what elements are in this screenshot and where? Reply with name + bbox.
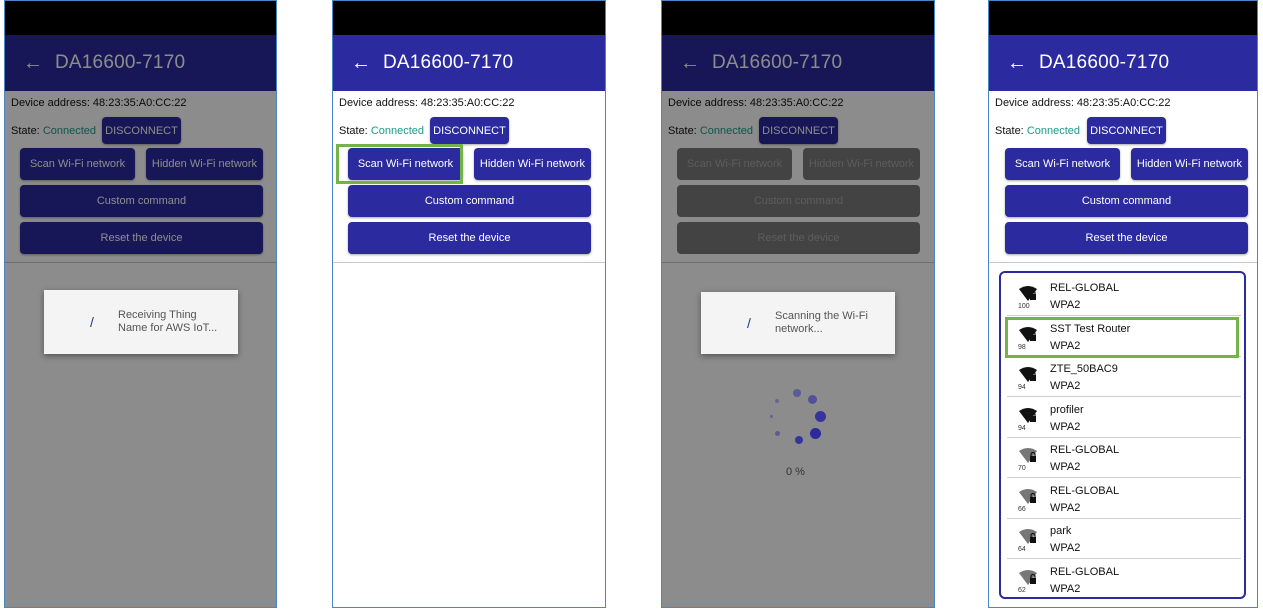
app-bar: ← DA16600-7170	[333, 35, 605, 91]
device-title: DA16600-7170	[383, 52, 514, 73]
divider	[989, 262, 1257, 263]
status-bar	[333, 1, 605, 35]
wifi-lock-icon	[1019, 529, 1037, 544]
wifi-network-item[interactable]: 100 REL-GLOBAL WPA2	[1007, 277, 1241, 316]
progress-percent: 0 %	[786, 466, 805, 478]
list-separator	[1007, 396, 1241, 397]
wifi-lock-icon	[1019, 367, 1037, 382]
phone-screen-wifi-list: ← DA16600-7170 Device address: 48:23:35:…	[988, 0, 1258, 608]
signal-strength: 94	[1018, 424, 1026, 432]
device-title: DA16600-7170	[1039, 52, 1170, 73]
wifi-lock-icon	[1019, 569, 1037, 585]
list-separator	[1007, 517, 1241, 519]
device-address: Device address: 48:23:35:A0:CC:22	[995, 97, 1171, 109]
divider	[333, 262, 605, 263]
custom-command-button[interactable]: Custom command	[348, 185, 591, 217]
back-arrow-icon[interactable]: ←	[1005, 52, 1029, 75]
progress-dialog: / Scanning the Wi-Fi network...	[701, 292, 895, 354]
list-separator	[1007, 558, 1241, 559]
network-security: WPA2	[1050, 420, 1081, 433]
wifi-network-item[interactable]: 66 REL-GLOBAL WPA2	[1007, 480, 1241, 519]
wifi-network-item[interactable]: 94 profiler WPA2	[1007, 399, 1241, 438]
signal-strength: 100	[1018, 303, 1030, 310]
state-value: Connected	[1026, 125, 1081, 137]
hidden-wifi-button[interactable]: Hidden Wi-Fi network	[1131, 148, 1248, 180]
network-security: WPA2	[1050, 299, 1081, 311]
hidden-wifi-button[interactable]: Hidden Wi-Fi network	[474, 148, 591, 180]
wifi-network-item[interactable]: 64 park WPA2	[1007, 520, 1241, 559]
wifi-lock-icon	[1019, 407, 1037, 423]
dialog-line-1: Scanning the Wi-Fi	[775, 310, 868, 322]
network-ssid: park	[1050, 525, 1072, 537]
signal-strength: 70	[1018, 465, 1026, 472]
network-ssid: profiler	[1050, 403, 1084, 416]
phone-screen-scanning: ← DA16600-7170 Device address: 48:23:35:…	[661, 0, 935, 608]
wifi-lock-icon	[1019, 448, 1037, 463]
network-ssid: REL-GLOBAL	[1050, 444, 1120, 456]
dialog-line-1: Receiving Thing	[118, 309, 197, 321]
dialog-message: Receiving Thing Name for AWS IoT...	[118, 309, 217, 335]
signal-strength: 66	[1018, 505, 1026, 513]
network-security: WPA2	[1050, 380, 1081, 392]
progress-dialog: / Receiving Thing Name for AWS IoT...	[44, 290, 238, 354]
device-address: Device address: 48:23:35:A0:CC:22	[339, 97, 515, 109]
phone-screen-main: ← DA16600-7170 Device address: 48:23:35:…	[332, 0, 606, 608]
progress-spinner-icon: /	[90, 314, 94, 330]
custom-command-button[interactable]: Custom command	[1005, 185, 1248, 217]
loading-dots-icon	[765, 389, 826, 449]
scan-wifi-button[interactable]: Scan Wi-Fi network	[1005, 148, 1120, 180]
state-label: State:	[339, 125, 368, 137]
wifi-network-item[interactable]: 62 REL-GLOBAL WPA2	[1007, 561, 1241, 600]
connection-state: State: Connected	[339, 125, 424, 137]
network-security: WPA2	[1050, 582, 1081, 595]
signal-strength: 64	[1018, 546, 1026, 553]
selected-network-highlight	[1005, 317, 1239, 358]
dialog-line-2: Name for AWS IoT...	[118, 322, 218, 334]
wifi-lock-icon	[1019, 488, 1037, 504]
signal-strength: 62	[1018, 586, 1026, 594]
reset-device-button[interactable]: Reset the device	[1005, 222, 1248, 254]
wifi-lock-icon	[1019, 286, 1037, 301]
signal-strength: 94	[1018, 384, 1026, 391]
wifi-network-item[interactable]: 94 ZTE_50BAC9 WPA2	[1007, 358, 1241, 397]
disconnect-button[interactable]: DISCONNECT	[1087, 117, 1166, 144]
scan-button-highlight	[336, 144, 463, 184]
network-ssid: REL-GLOBAL	[1050, 282, 1120, 294]
list-separator	[1007, 315, 1241, 316]
network-security: WPA2	[1050, 542, 1081, 554]
dialog-message: Scanning the Wi-Fi network...	[775, 310, 868, 336]
network-ssid: REL-GLOBAL	[1050, 565, 1120, 578]
progress-spinner-icon: /	[747, 315, 751, 331]
list-separator	[1007, 477, 1241, 478]
wifi-network-item[interactable]: 70 REL-GLOBAL WPA2	[1007, 439, 1241, 478]
phone-screen-receiving-thing-name: ← DA16600-7170 Device address: 48:23:35:…	[4, 0, 277, 608]
connection-state: State: Connected	[995, 125, 1080, 137]
network-ssid: REL-GLOBAL	[1050, 484, 1120, 497]
reset-device-button[interactable]: Reset the device	[348, 222, 591, 254]
network-ssid: ZTE_50BAC9	[1050, 363, 1118, 375]
status-bar	[989, 1, 1257, 35]
app-bar: ← DA16600-7170	[989, 35, 1257, 91]
state-value: Connected	[370, 125, 425, 137]
list-separator	[1007, 436, 1241, 438]
back-arrow-icon[interactable]: ←	[349, 52, 373, 75]
disconnect-button[interactable]: DISCONNECT	[430, 117, 509, 144]
dialog-line-2: network...	[775, 323, 823, 335]
state-label: State:	[995, 125, 1024, 137]
network-security: WPA2	[1050, 501, 1081, 514]
network-security: WPA2	[1050, 461, 1081, 473]
